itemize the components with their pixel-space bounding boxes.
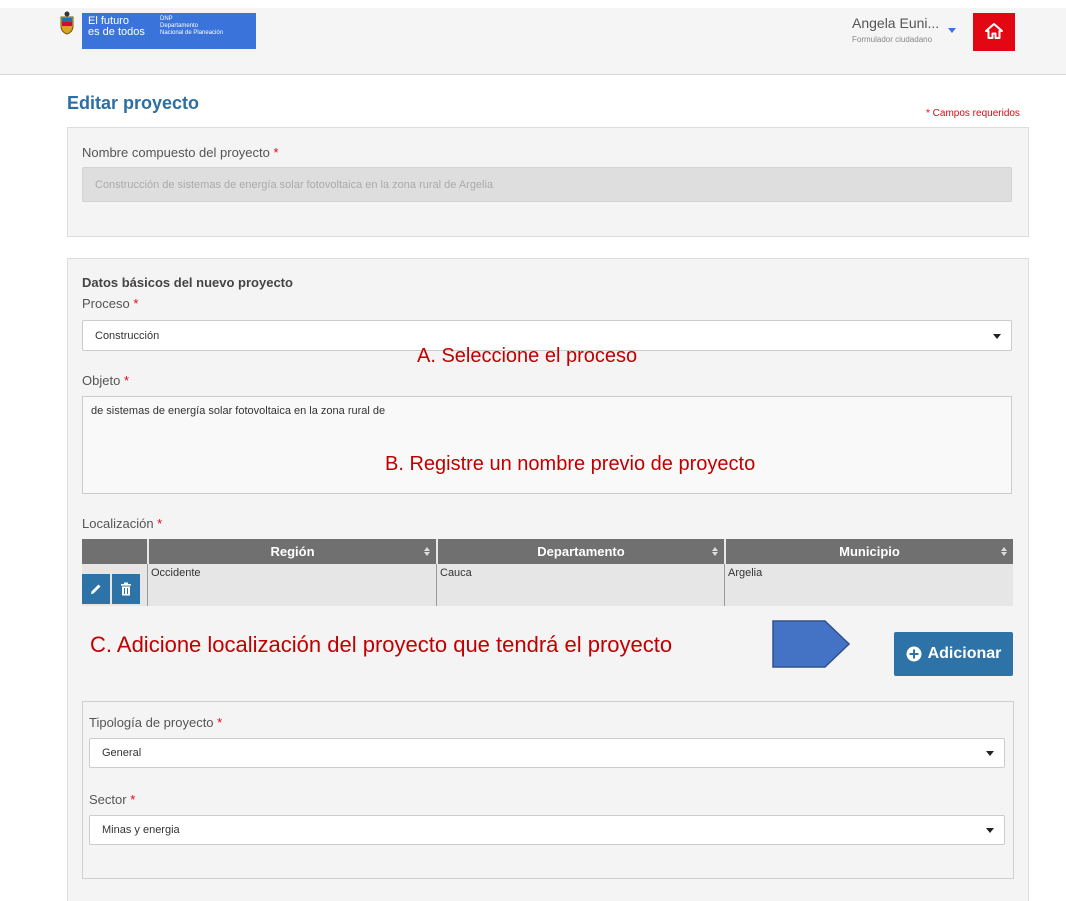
- column-header-municipio[interactable]: Municipio: [724, 539, 1013, 564]
- sector-select[interactable]: Minas y energia: [89, 815, 1005, 845]
- delete-button[interactable]: [112, 574, 140, 604]
- home-icon: [985, 22, 1003, 39]
- brand-sub-1: DNP: [160, 16, 173, 22]
- column-header-region[interactable]: Región: [147, 539, 436, 564]
- arrow-right-icon: [772, 620, 850, 668]
- user-menu-chevron-down-icon[interactable]: [948, 28, 956, 33]
- composite-name-field: Construcción de sistemas de energía sola…: [82, 167, 1012, 202]
- trash-icon: [121, 582, 131, 596]
- cell-municipio: Argelia: [724, 564, 1013, 606]
- chevron-down-icon: [993, 333, 1001, 339]
- typology-label: Tipología de proyecto *: [89, 715, 223, 730]
- edit-button[interactable]: [82, 574, 110, 604]
- composite-name-label: Nombre compuesto del proyecto *: [82, 145, 279, 160]
- brand-sub-2: Departamento: [160, 23, 199, 29]
- location-label: Localización *: [82, 516, 163, 531]
- cell-departamento: Cauca: [436, 564, 724, 606]
- brand-sub-3: Nacional de Planeación: [160, 30, 224, 36]
- page-title: Editar proyecto: [67, 93, 200, 113]
- coat-of-arms-logo: [60, 11, 74, 35]
- sort-icon: [1001, 547, 1007, 557]
- brand-logo: El futuro es de todos DNP Departamento N…: [82, 13, 256, 49]
- required-fields-note: * Campos requeridos: [926, 108, 1020, 119]
- user-name[interactable]: Angela Euni...: [852, 15, 939, 31]
- column-header-departamento[interactable]: Departamento: [436, 539, 724, 564]
- pencil-icon: [91, 584, 101, 594]
- home-button[interactable]: [973, 13, 1015, 51]
- annotation-c: C. Adicione localización del proyecto qu…: [90, 632, 673, 657]
- sort-icon: [712, 547, 718, 557]
- sector-label: Sector *: [89, 792, 136, 807]
- annotation-a: A. Seleccione el proceso: [417, 345, 638, 367]
- basic-data-title: Datos básicos del nuevo proyecto: [82, 275, 293, 290]
- process-label: Proceso *: [82, 296, 139, 311]
- chevron-down-icon: [986, 828, 994, 833]
- plus-circle-icon: [906, 646, 922, 662]
- annotation-b: B. Registre un nombre previo de proyecto: [385, 453, 756, 475]
- object-textarea[interactable]: de sistemas de energía solar fotovoltaic…: [82, 396, 1012, 494]
- brand-line-2: es de todos: [88, 26, 145, 38]
- chevron-down-icon: [986, 751, 994, 756]
- sort-icon: [424, 547, 430, 557]
- cell-region: Occidente: [147, 564, 436, 606]
- location-table-header: Región Departamento Municipio: [82, 539, 1013, 564]
- required-asterisk: *: [273, 145, 279, 160]
- table-row: Occidente Cauca Argelia: [82, 564, 1013, 606]
- typology-select[interactable]: General: [89, 738, 1005, 768]
- user-role: Formulador ciudadano: [852, 35, 933, 44]
- add-location-button[interactable]: Adicionar: [894, 632, 1013, 676]
- object-label: Objeto *: [82, 373, 129, 388]
